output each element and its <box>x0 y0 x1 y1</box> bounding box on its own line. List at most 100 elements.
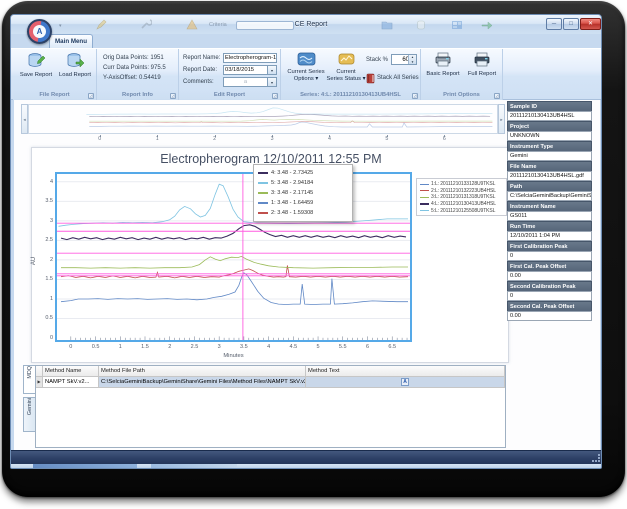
comments-dropdown[interactable]: ▾ <box>268 77 277 87</box>
property-value[interactable]: 12/10/2011 1:04 PM <box>507 231 592 241</box>
property-value[interactable]: Gemini <box>507 151 592 161</box>
table-header-cell[interactable]: Method File Path <box>99 366 306 377</box>
qat-dropdown-icon[interactable]: ▾ <box>59 23 62 29</box>
property-value[interactable]: UNKNOWN <box>507 131 592 141</box>
chart-legend: 1:L: 20111210133128U9TKSL2:L: 2011121013… <box>416 178 507 216</box>
dialog-launcher-icon[interactable]: ◿ <box>170 93 176 99</box>
series-options-icon <box>297 52 316 66</box>
legend-series-dash-icon <box>420 197 429 198</box>
window-title: CE Report <box>267 21 355 28</box>
comments-input[interactable]: a <box>223 77 268 87</box>
tooltip-series-dash-icon <box>258 182 268 184</box>
x-tick-label: 5 <box>310 344 326 350</box>
property-value[interactable]: 0.00 <box>507 311 592 321</box>
x-tick-label: 6 <box>359 344 375 350</box>
titlebar-grid-icon[interactable] <box>451 20 463 30</box>
tooltip-text: 2: 3.48 - 1.59308 <box>271 210 313 216</box>
current-series-options-button[interactable]: Current SeriesOptions ▾ <box>284 52 328 82</box>
dialog-launcher-icon[interactable]: ◿ <box>494 93 500 99</box>
full-report-button[interactable]: Full Report <box>463 52 501 78</box>
method-text-cell[interactable]: A <box>306 377 505 388</box>
client-area: ◂ ▸ 0123456 Electropherogram 12/10/2011 … <box>14 100 600 450</box>
property-value[interactable]: GS011 <box>507 211 592 221</box>
nav-scroll-left-button[interactable]: ◂ <box>21 104 28 134</box>
bottom-edge-highlight <box>151 464 237 469</box>
x-tick-label: 1.5 <box>137 344 153 350</box>
current-series-status-button[interactable]: CurrentSeries Status ▾ <box>325 52 367 82</box>
stack-all-series-label[interactable]: Stack All Series <box>377 75 419 81</box>
screenshot-stage: ▾ Criteria CE Report ─ □ ✕ A Main Menu <box>0 0 627 509</box>
dialog-launcher-icon[interactable]: ◿ <box>272 93 278 99</box>
sidebar-properties: Sample ID20111210130413UB4HSLProjectUNKN… <box>507 101 592 321</box>
nav-scroll-right-button[interactable]: ▸ <box>498 104 505 134</box>
qat-pencil-icon[interactable] <box>96 19 107 30</box>
titlebar: ▾ Criteria CE Report ─ □ ✕ <box>11 15 602 34</box>
property-value[interactable]: C:\SelciaGeminiBackup\GeminiS <box>507 191 592 201</box>
titlebar-database-icon[interactable] <box>416 19 426 30</box>
legend-row: 4:L: 20111210130413UB4HSL <box>420 201 505 208</box>
report-date-input[interactable]: 03/18/2015 <box>223 65 268 75</box>
row-marker-cell[interactable]: ▶ <box>36 377 43 388</box>
stack-all-series-icon[interactable] <box>366 73 375 84</box>
stack-percent-label: Stack % <box>366 57 388 63</box>
app-menu-orb[interactable]: A <box>27 19 52 44</box>
dialog-launcher-icon[interactable]: ◿ <box>412 93 418 99</box>
x-tick-label: 6.5 <box>384 344 400 350</box>
legend-label: 2:L: 20111210132223UB4HSL <box>431 188 496 194</box>
spin-down-icon[interactable]: ▼ <box>409 60 416 65</box>
basic-report-button[interactable]: Basic Report <box>424 52 462 78</box>
resize-grip[interactable] <box>592 454 600 462</box>
qat-wrench-icon[interactable] <box>141 19 152 30</box>
titlebar-folder-icon[interactable] <box>381 20 393 30</box>
report-name-input[interactable]: Electropherogram-1... <box>223 53 277 63</box>
x-tick-label: 0.5 <box>88 344 104 350</box>
y-tick-label: 2 <box>37 257 53 263</box>
nav-tick-label: 2 <box>209 136 221 142</box>
dialog-launcher-icon[interactable]: ◿ <box>88 93 94 99</box>
chart-navigator[interactable] <box>28 104 498 134</box>
x-axis-label: Minutes <box>57 353 410 359</box>
tooltip-text: 4: 3.48 - 2.73425 <box>271 170 313 176</box>
property-header: First Calibration Peak <box>507 241 592 251</box>
tab-main-menu[interactable]: Main Menu <box>49 34 93 48</box>
property-header: Instrument Type <box>507 141 592 151</box>
app-window: ▾ Criteria CE Report ─ □ ✕ A Main Menu <box>10 14 602 469</box>
table-row[interactable]: ▶NAMPT SkV.v2...C:\SelciaGeminiBackup\Ge… <box>36 377 505 388</box>
method-name-cell[interactable]: NAMPT SkV.v2... <box>43 377 99 388</box>
legend-series-dash-icon <box>420 210 429 211</box>
stack-percent-input[interactable]: 60 ▲▼ <box>391 54 417 65</box>
x-tick-label: 4 <box>261 344 277 350</box>
load-report-button[interactable]: Load Report <box>56 52 94 79</box>
property-header: Second Calibration Peak <box>507 281 592 291</box>
tooltip-row: 4: 3.48 - 2.73425 <box>258 168 350 178</box>
titlebar-export-icon[interactable] <box>481 20 493 30</box>
y-tick-label: 3 <box>37 218 53 224</box>
save-report-button[interactable]: Save Report <box>17 52 55 79</box>
property-value[interactable]: 0.00 <box>507 271 592 281</box>
tooltip-text: 3: 3.48 - 2.17145 <box>271 190 313 196</box>
property-value[interactable]: 0 <box>507 251 592 261</box>
chart-plot-area[interactable] <box>55 172 412 342</box>
y-tick-label: 4 <box>37 179 53 185</box>
close-button[interactable]: ✕ <box>580 18 601 30</box>
table-header-cell[interactable]: Method Name <box>43 366 99 377</box>
legend-label: 4:L: 20111210130413UB4HSL <box>431 201 496 207</box>
property-value[interactable]: 0 <box>507 291 592 301</box>
property-value[interactable]: 20111210130413UB4HSL <box>507 111 592 121</box>
series-status-icon <box>338 52 355 66</box>
method-text-icon[interactable]: A <box>401 378 409 386</box>
method-file-path-cell[interactable]: C:\SelciaGeminiBackup\GeminiShare\Gemini… <box>99 377 306 388</box>
minimize-button[interactable]: ─ <box>546 18 562 30</box>
qat-warning-icon[interactable] <box>186 19 198 30</box>
table-header-cell[interactable]: Method Text <box>306 366 505 377</box>
legend-label: 1:L: 20111210133128U9TKSL <box>431 181 495 187</box>
database-load-icon <box>66 52 85 69</box>
property-header: Second Cal. Peak Offset <box>507 301 592 311</box>
tooltip-series-dash-icon <box>258 172 268 174</box>
nav-tick-label: 4 <box>323 136 335 142</box>
tooltip-row: 3: 3.48 - 2.17145 <box>258 188 350 198</box>
report-date-dropdown[interactable]: ▾ <box>268 65 277 75</box>
series-line-4 <box>61 225 406 240</box>
property-value[interactable]: 20111210130413UB4HSL.gdf <box>507 171 592 181</box>
maximize-button[interactable]: □ <box>563 18 579 30</box>
